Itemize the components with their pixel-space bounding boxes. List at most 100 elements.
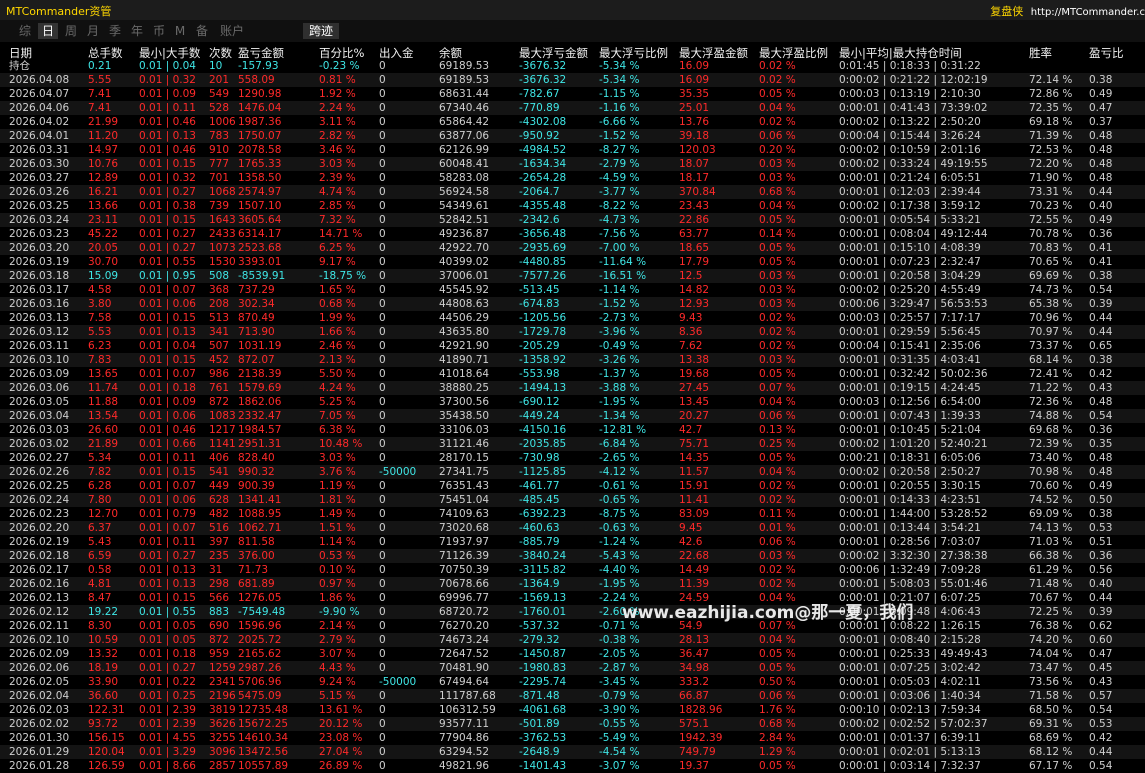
cell-profit-loss-ratio: 0.47 (1089, 648, 1113, 660)
cell-max-float-profit-pct: 0.05 % (759, 648, 796, 660)
table-row[interactable]: 2026.03.02 21.89 0.01 | 0.66 1141 2951.31 10.… (0, 437, 1145, 451)
table-row[interactable]: 2026.03.17 4.58 0.01 | 0.07 368 737.29 1.65 %… (0, 283, 1145, 297)
brand-url[interactable]: http://MTCommander.c (1031, 7, 1145, 18)
cell-max-float-loss: -885.79 (519, 536, 560, 548)
table-row[interactable]: 2026.02.20 6.37 0.01 | 0.07 516 1062.71 1.51 … (0, 521, 1145, 535)
table-row[interactable]: 2026.04.01 11.20 0.01 | 0.13 783 1750.07 2.82… (0, 129, 1145, 143)
table-row[interactable]: 2026.02.13 8.47 0.01 | 0.15 566 1276.05 1.86 … (0, 591, 1145, 605)
table-row[interactable]: 2026.04.07 7.41 0.01 | 0.09 549 1290.98 1.92 … (0, 87, 1145, 101)
cell-trades: 541 (209, 466, 230, 478)
cell-win-rate: 74.13 % (1029, 522, 1073, 534)
timeframe-tab-backup[interactable]: 备 (193, 23, 211, 39)
table-row[interactable]: 2026.03.16 3.80 0.01 | 0.06 208 302.34 0.68 %… (0, 297, 1145, 311)
timeframe-tab-m[interactable]: M (172, 23, 188, 39)
table-row[interactable]: 2026.03.06 11.74 0.01 | 0.18 761 1579.69 4.24… (0, 381, 1145, 395)
cell-balance: 60048.41 (439, 158, 490, 170)
table-row[interactable]: 2026.03.26 16.21 0.01 | 0.27 1068 2574.97 4.7… (0, 185, 1145, 199)
table-row[interactable]: 2026.01.30 156.15 0.01 | 4.55 3255 14610.34 2… (0, 731, 1145, 745)
table-row[interactable]: 2026.03.24 23.11 0.01 | 0.15 1643 3605.64 7.3… (0, 213, 1145, 227)
timeframe-tab-year[interactable]: 年 (128, 23, 146, 39)
cell-max-float-profit: 9.43 (679, 312, 703, 324)
table-row[interactable]: 2026.02.19 5.43 0.01 | 0.11 397 811.58 1.14 %… (0, 535, 1145, 549)
table-row[interactable]: 2026.03.03 26.60 0.01 | 0.46 1217 1984.57 6.3… (0, 423, 1145, 437)
table-row[interactable]: 2026.03.19 30.70 0.01 | 0.55 1530 3393.01 9.1… (0, 255, 1145, 269)
cell-max-float-profit: 120.03 (679, 144, 716, 156)
table-row[interactable]: 2026.03.31 14.97 0.01 | 0.46 910 2078.58 3.46… (0, 143, 1145, 157)
cell-balance: 69189.53 (439, 74, 490, 86)
cell-max-float-profit: 22.86 (679, 214, 710, 226)
table-row[interactable]: 2026.03.09 13.65 0.01 | 0.07 986 2138.39 5.50… (0, 367, 1145, 381)
cell-win-rate: 69.69 % (1029, 270, 1073, 282)
table-row[interactable]: 2026.02.25 6.28 0.01 | 0.07 449 900.39 1.19 %… (0, 479, 1145, 493)
table-row[interactable]: 2026.02.24 7.80 0.01 | 0.06 628 1341.41 1.81 … (0, 493, 1145, 507)
table-row[interactable]: 2026.03.30 10.76 0.01 | 0.15 777 1765.33 3.03… (0, 157, 1145, 171)
cell-trades: 516 (209, 522, 230, 534)
timeframe-tab-quarter[interactable]: 季 (106, 23, 124, 39)
table-row[interactable]: 2026.03.05 11.88 0.01 | 0.09 872 1862.06 5.25… (0, 395, 1145, 409)
timeframe-tab-month[interactable]: 月 (84, 23, 102, 39)
table-row[interactable]: 2026.03.13 7.58 0.01 | 0.15 513 870.49 1.99 %… (0, 311, 1145, 325)
table-row[interactable]: 2026.03.10 7.83 0.01 | 0.15 452 872.07 2.13 %… (0, 353, 1145, 367)
table-row[interactable]: 2026.02.16 4.81 0.01 | 0.13 298 681.89 0.97 %… (0, 577, 1145, 591)
cell-win-rate: 74.04 % (1029, 648, 1073, 660)
table-row[interactable]: 2026.04.06 7.41 0.01 | 0.11 528 1476.04 2.24 … (0, 101, 1145, 115)
cell-pnl-amount: 2078.58 (238, 144, 282, 156)
table-row[interactable]: 2026.02.27 5.34 0.01 | 0.11 406 828.40 3.03 %… (0, 451, 1145, 465)
table-row[interactable]: 2026.02.26 7.82 0.01 | 0.15 541 990.32 3.76 %… (0, 465, 1145, 479)
cell-min-max-lots: 0.01 | 0.07 (139, 284, 196, 296)
timeframe-tab-currency[interactable]: 币 (150, 23, 168, 39)
timeframe-tab-day[interactable]: 日 (38, 23, 58, 39)
cell-profit-loss-ratio: 0.43 (1089, 382, 1113, 394)
table-row[interactable]: 2026.03.11 6.23 0.01 | 0.04 507 1031.19 2.46 … (0, 339, 1145, 353)
cell-date: 2026.01.28 (9, 760, 70, 772)
table-row[interactable]: 2026.02.03 122.31 0.01 | 2.39 3819 12735.48 1… (0, 703, 1145, 717)
cell-hold-time: 0:00:01 | 0:07:23 | 2:32:47 (839, 256, 981, 268)
table-row[interactable]: 2026.02.04 36.60 0.01 | 0.25 2196 5475.09 5.1… (0, 689, 1145, 703)
cell-win-rate: 76.38 % (1029, 620, 1073, 632)
table-row[interactable]: 2026.02.18 6.59 0.01 | 0.27 235 376.00 0.53 %… (0, 549, 1145, 563)
track-selector[interactable]: 跨迹 (303, 23, 340, 39)
cell-max-float-profit: 1942.39 (679, 732, 723, 744)
table-row[interactable]: 2026.02.09 13.32 0.01 | 0.18 959 2165.62 3.07… (0, 647, 1145, 661)
cell-total-lots: 4.58 (88, 284, 112, 296)
table-row[interactable]: 2026.03.20 20.05 0.01 | 0.27 1073 2523.68 6.2… (0, 241, 1145, 255)
cell-win-rate: 69.31 % (1029, 718, 1073, 730)
cell-max-float-profit-pct: 0.68 % (759, 718, 796, 730)
table-row[interactable]: 2026.02.05 33.90 0.01 | 0.22 2341 5706.96 9.2… (0, 675, 1145, 689)
cell-profit-loss-ratio: 0.65 (1089, 340, 1113, 352)
cell-total-lots: 122.31 (88, 704, 125, 716)
cell-pnl-amount: 1507.10 (238, 200, 282, 212)
timeframe-tab-account[interactable]: 账户 (217, 23, 247, 39)
cell-date: 2026.04.07 (9, 88, 70, 100)
table-row[interactable]: 2026.04.08 5.55 0.01 | 0.32 201 558.09 0.81 %… (0, 73, 1145, 87)
position-row[interactable]: 持仓 0.21 0.01 | 0.04 10 -157.93 -0.23 % 0 69189.… (0, 59, 1145, 73)
table-row[interactable]: 2026.03.25 13.66 0.01 | 0.38 739 1507.10 2.85… (0, 199, 1145, 213)
table-row[interactable]: 2026.03.12 5.53 0.01 | 0.13 341 713.90 1.66 %… (0, 325, 1145, 339)
cell-hold-time: 0:00:01 | 0:20:55 | 3:30:15 (839, 480, 981, 492)
cell-max-float-loss-pct: -3.77 % (599, 186, 640, 198)
cell-profit-loss-ratio: 0.44 (1089, 312, 1113, 324)
cell-date: 2026.03.25 (9, 200, 70, 212)
timeframe-tab-week[interactable]: 周 (62, 23, 80, 39)
table-row[interactable]: 2026.03.23 45.22 0.01 | 0.27 2433 6314.17 14.… (0, 227, 1145, 241)
cell-win-rate: 73.37 % (1029, 340, 1073, 352)
table-row[interactable]: 2026.02.11 8.30 0.01 | 0.05 690 1596.96 2.14 … (0, 619, 1145, 633)
cell-date: 2026.03.20 (9, 242, 70, 254)
table-row[interactable]: 2026.01.29 120.04 0.01 | 3.29 3096 13472.56 2… (0, 745, 1145, 759)
cell-profit-loss-ratio: 0.48 (1089, 144, 1113, 156)
table-row[interactable]: 2026.03.27 12.89 0.01 | 0.32 701 1358.50 2.39… (0, 171, 1145, 185)
table-row[interactable]: 2026.02.23 12.70 0.01 | 0.79 482 1088.95 1.49… (0, 507, 1145, 521)
table-row[interactable]: 2026.02.12 19.22 0.01 | 0.55 883 -7549.48 -9.… (0, 605, 1145, 619)
timeframe-tab-all[interactable]: 综 (16, 23, 34, 39)
table-row[interactable]: 2026.04.02 21.99 0.01 | 0.46 1006 1987.36 3.1… (0, 115, 1145, 129)
table-row[interactable]: 2026.02.10 10.59 0.01 | 0.05 872 2025.72 2.79… (0, 633, 1145, 647)
table-row[interactable]: 2026.03.04 13.54 0.01 | 0.06 1083 2332.47 7.0… (0, 409, 1145, 423)
table-row[interactable]: 2026.02.06 18.19 0.01 | 0.27 1259 2987.26 4.4… (0, 661, 1145, 675)
table-row[interactable]: 2026.02.02 93.72 0.01 | 2.39 3626 15672.25 20… (0, 717, 1145, 731)
cell-pnl-amount: 2574.97 (238, 186, 282, 198)
cell-pnl-amount: 1341.41 (238, 494, 282, 506)
cell-max-float-loss-pct: -3.07 % (599, 760, 640, 772)
table-row[interactable]: 2026.02.17 0.58 0.01 | 0.13 31 71.73 0.10 % 0 7… (0, 563, 1145, 577)
cell-pnl-amount: 713.90 (238, 326, 275, 338)
table-row[interactable]: 2026.03.18 15.09 0.01 | 0.95 508 -8539.91 -18… (0, 269, 1145, 283)
